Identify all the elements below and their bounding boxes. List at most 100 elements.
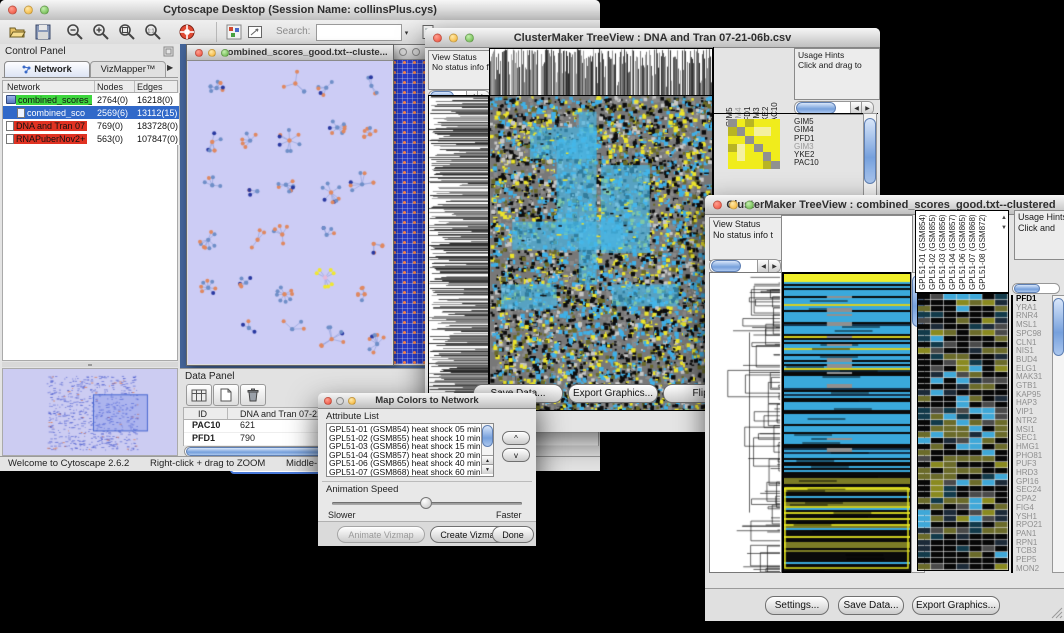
col-nodes: Nodes <box>97 82 123 92</box>
network-frame-title-bar[interactable]: combined_scores_good.txt--cluste... <box>187 45 393 61</box>
tv2-gene-hscrollbar[interactable] <box>1012 283 1060 294</box>
network-canvas-1[interactable] <box>188 61 392 364</box>
tv1-export-graphics-label: Export Graphics... <box>573 388 653 399</box>
attribute-list-item[interactable]: GPL51-07 (GSM868) heat shock 60 min <box>329 468 480 477</box>
close-button[interactable] <box>324 397 332 405</box>
network-table-header[interactable]: Network Nodes Edges <box>2 80 178 93</box>
heatmap-column-label[interactable]: PFD1 <box>744 51 752 127</box>
network-tree-row[interactable]: combined_scores_2764(0)16218(0) <box>3 93 179 106</box>
animation-speed-slider[interactable] <box>332 502 522 505</box>
tv2-status-hscrollbar[interactable]: ◀ ▶ <box>709 259 781 273</box>
search-input[interactable] <box>316 24 402 41</box>
tabs-overflow-arrow[interactable]: ▶ <box>167 63 173 72</box>
heatmap-column-label[interactable]: GIM3 <box>753 51 761 127</box>
zoom-window-button[interactable] <box>348 397 356 405</box>
panel-splitter[interactable] <box>2 362 178 367</box>
network-frame-1[interactable]: combined_scores_good.txt--cluste... <box>186 44 394 366</box>
heatmap-row-label[interactable]: PAC10 <box>794 159 819 167</box>
tv2-export-graphics-button[interactable]: Export Graphics... <box>912 596 1000 615</box>
birdseye-view[interactable] <box>2 368 178 456</box>
tv1-export-graphics-button[interactable]: Export Graphics... <box>568 384 658 403</box>
heatmap-column-label[interactable]: GPL51-07 (GSM868) <box>969 213 977 290</box>
zoom-selected-icon[interactable]: 1:1 <box>142 22 164 42</box>
new-attribute-icon[interactable] <box>213 384 239 406</box>
scroll-down-arrow[interactable]: ▼ <box>482 464 493 474</box>
labels-up-arrow[interactable]: ▲ <box>1001 215 1007 221</box>
minimize-button[interactable] <box>336 397 344 405</box>
minimize-button[interactable] <box>24 6 33 15</box>
tab-network[interactable]: Network <box>4 61 90 78</box>
tv2-zoom-heatmap[interactable] <box>917 293 1009 571</box>
heatmap-column-label[interactable]: GPL51-08 (GSM872) <box>979 213 987 290</box>
network-tree-empty-area[interactable] <box>2 145 178 361</box>
slider-thumb[interactable] <box>420 497 432 509</box>
network-overview-icon[interactable] <box>216 22 245 42</box>
zoom-window-button[interactable] <box>40 6 49 15</box>
heatmap-column-label[interactable]: GIM5 <box>726 51 734 127</box>
heatmap-column-label[interactable]: GPL51-03 (GSM856) <box>939 213 947 290</box>
zoom-in-icon[interactable] <box>90 22 112 42</box>
zoom-window-button[interactable] <box>465 33 474 42</box>
open-file-icon[interactable] <box>6 22 28 42</box>
tab-vizmapper[interactable]: VizMapper™ <box>90 61 166 78</box>
data-col-id: ID <box>198 409 207 419</box>
delete-attribute-icon[interactable] <box>240 384 266 406</box>
minimize-button[interactable] <box>729 200 738 209</box>
attribute-select-icon[interactable] <box>186 384 212 406</box>
zoom-window-button[interactable] <box>745 200 754 209</box>
gene-label[interactable]: MON2 <box>1016 565 1056 573</box>
tv2-main-heatmap[interactable] <box>782 272 912 573</box>
done-button[interactable]: Done <box>492 526 534 543</box>
resize-grip[interactable] <box>1051 607 1063 619</box>
labels-down-arrow[interactable]: ▼ <box>1001 225 1007 231</box>
tv1-main-heatmap[interactable] <box>489 95 713 411</box>
network-tree-row[interactable]: DNA and Tran 07769(0)183728(0) <box>3 119 179 132</box>
close-button[interactable] <box>8 6 17 15</box>
animate-vizmap-button[interactable]: Animate Vizmap <box>337 526 425 543</box>
node-count: 769(0) <box>97 121 123 131</box>
heatmap-column-label[interactable]: GPL51-02 (GSM855) <box>929 213 937 290</box>
heatmap-column-label[interactable]: YKE2 <box>762 51 770 127</box>
network-tree-row[interactable]: combined_sco2569(6)13112(15) <box>3 106 179 119</box>
frame-close-button[interactable] <box>195 49 203 57</box>
search-dropdown-arrow[interactable]: ▾ <box>400 24 413 41</box>
tv1-gene-dendrogram[interactable] <box>428 95 489 411</box>
frame-minimize-button[interactable] <box>208 49 216 57</box>
treeview1-title: ClusterMaker TreeView : DNA and Tran 07-… <box>514 32 792 44</box>
treeview2-title-bar[interactable]: ClusterMaker TreeView : combined_scores_… <box>705 195 1064 215</box>
attribute-list[interactable]: GPL51-01 (GSM854) heat shock 05 minGPL51… <box>326 423 494 477</box>
close-button[interactable] <box>713 200 722 209</box>
heatmap-column-label[interactable]: GPL51-06 (GSM865) <box>959 213 967 290</box>
treeview1-title-bar[interactable]: ClusterMaker TreeView : DNA and Tran 07-… <box>425 28 880 48</box>
heatmap-column-label[interactable]: PAC10 <box>771 51 779 127</box>
move-down-button[interactable]: v <box>502 448 530 462</box>
attribute-list-vscrollbar[interactable]: ▲ ▼ <box>481 424 493 474</box>
tv1-zoom-heatmap[interactable] <box>728 119 780 169</box>
scroll-right-arrow[interactable]: ▶ <box>768 260 780 272</box>
zoom-fit-icon[interactable] <box>116 22 138 42</box>
frame-zoom-button[interactable] <box>221 49 229 57</box>
heatmap-column-label[interactable]: GIM4 <box>735 51 743 127</box>
heatmap-cell <box>754 152 763 160</box>
minimize-button[interactable] <box>449 33 458 42</box>
save-icon[interactable] <box>32 22 54 42</box>
dialog-title-bar[interactable]: Map Colors to Network <box>318 393 536 409</box>
main-title-bar[interactable]: Cytoscape Desktop (Session Name: collins… <box>0 0 600 21</box>
heatmap-cell <box>771 144 780 152</box>
network-tree-row[interactable]: RNAPuberNov2+563(0)107847(0) <box>3 132 179 145</box>
network-name: DNA and Tran 07 <box>14 121 87 131</box>
float-panel-icon[interactable] <box>163 46 174 57</box>
heatmap-column-label[interactable]: GPL51-04 (GSM857) <box>949 213 957 290</box>
zoom-out-icon[interactable] <box>64 22 86 42</box>
tv1-array-dendrogram[interactable] <box>489 48 713 96</box>
tv2-save-data-button[interactable]: Save Data... <box>838 596 904 615</box>
help-lifering-icon[interactable] <box>176 22 198 42</box>
close-button[interactable] <box>433 33 442 42</box>
tv2-settings-button[interactable]: Settings... <box>765 596 829 615</box>
tv2-gene-dendrogram[interactable] <box>709 272 782 573</box>
tv2-view-status-title: View Status <box>713 219 760 229</box>
tv2-gene-vscrollbar[interactable] <box>1052 295 1064 573</box>
heatmap-column-label[interactable]: GPL51-01 (GSM854) <box>919 213 927 290</box>
annotation-icon[interactable] <box>244 22 266 42</box>
move-up-button[interactable]: ^ <box>502 431 530 445</box>
